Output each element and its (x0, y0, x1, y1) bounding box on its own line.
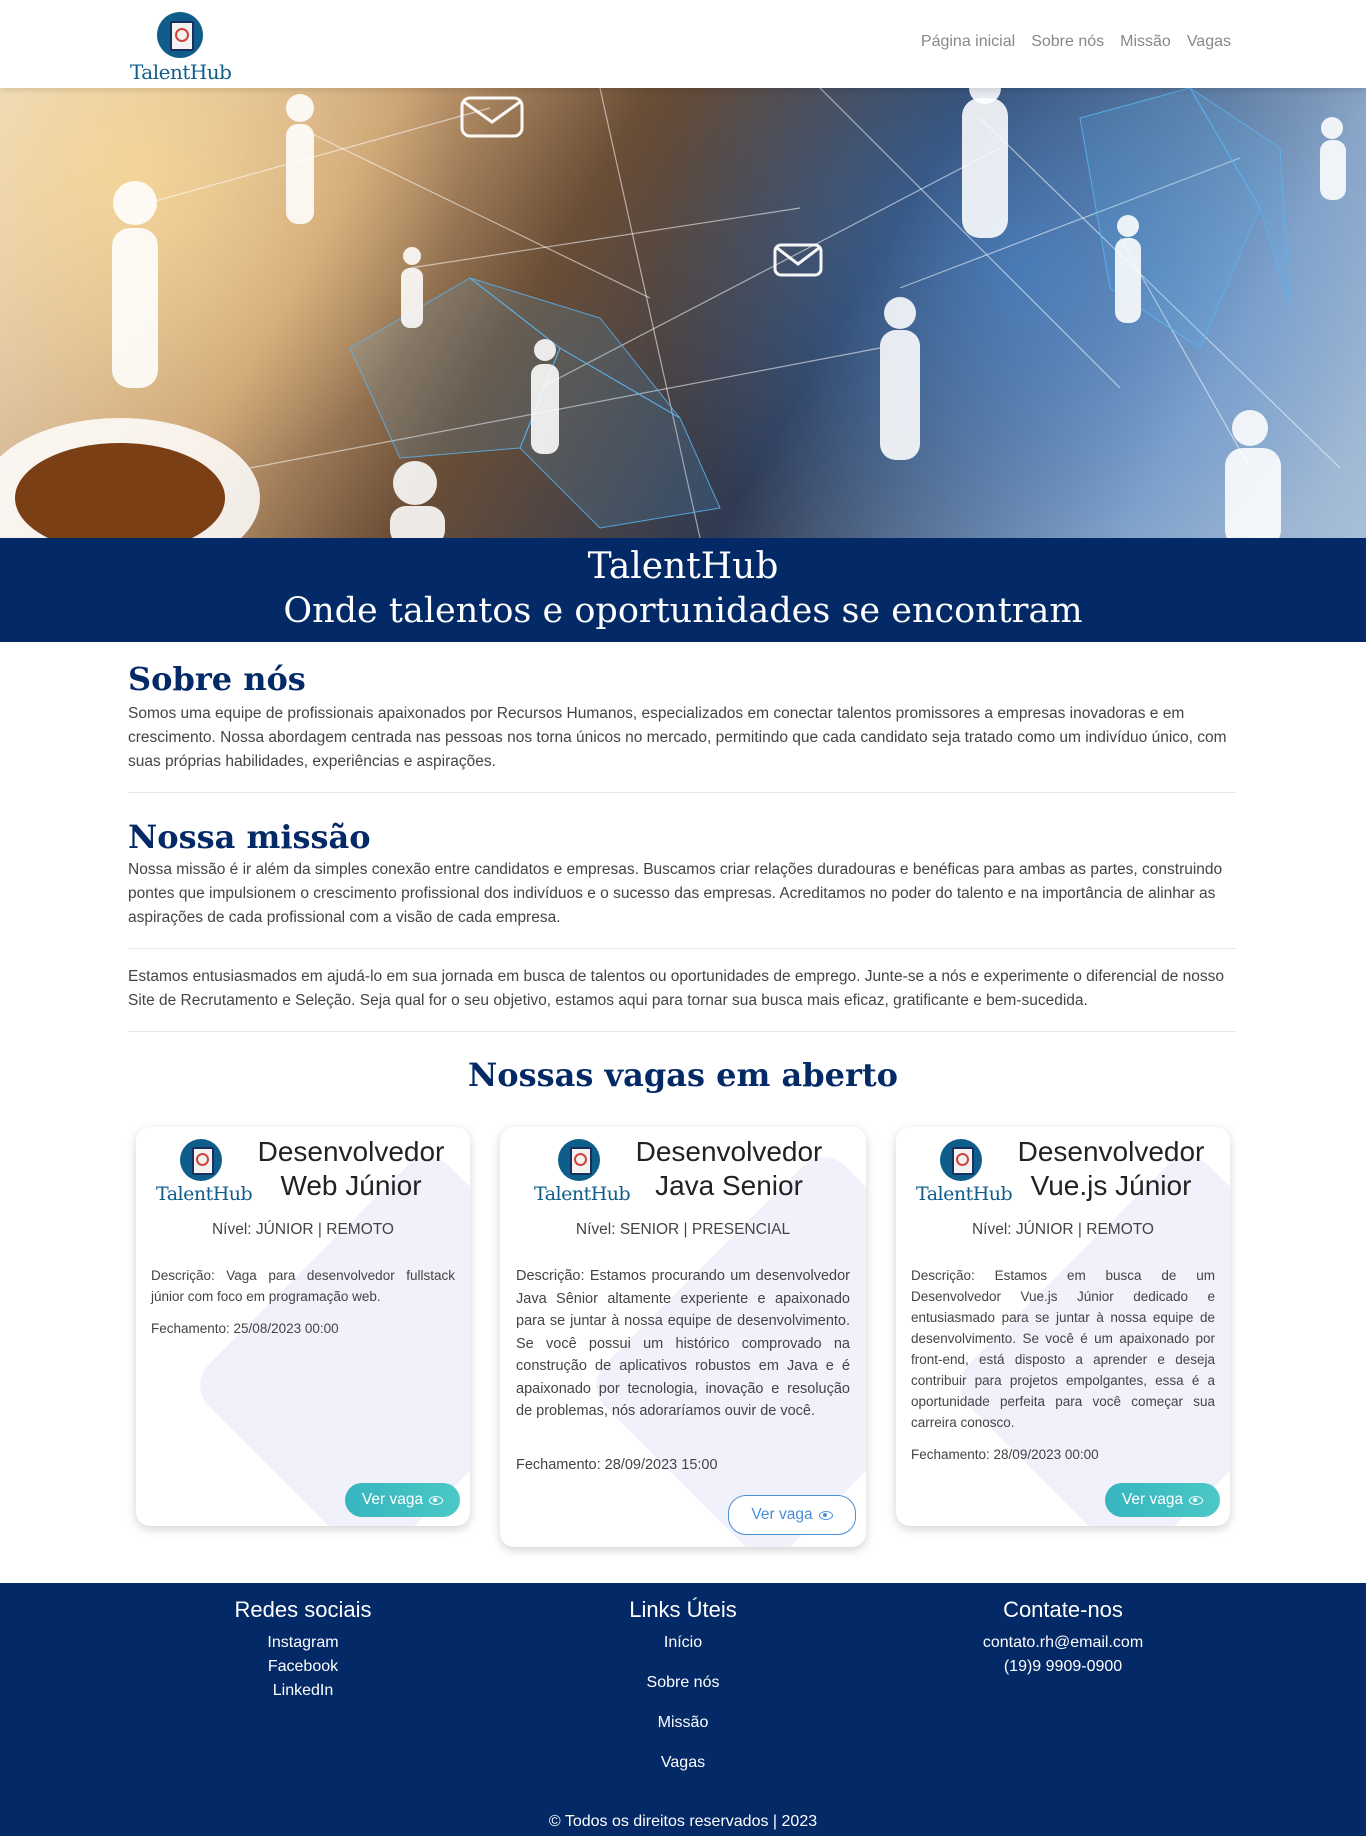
job-level: Nível: JÚNIOR | REMOTO (971, 1221, 1154, 1238)
eye-icon (429, 1495, 444, 1505)
job-closing: Fechamento: 25/08/2023 00:00 (151, 1321, 339, 1336)
nav-mission[interactable]: Missão (1120, 33, 1171, 51)
hero-image (0, 88, 1366, 538)
footer-links-title: Links Úteis (629, 1597, 737, 1622)
footer-link-instagram[interactable]: Instagram (190, 1631, 416, 1655)
job-closing: Fechamento: 28/09/2023 15:00 (516, 1457, 718, 1473)
job-title: Desenvolvedor Web Júnior (257, 1136, 445, 1201)
footer-link-jobs[interactable]: Vagas (570, 1743, 796, 1783)
divider (128, 1031, 1236, 1032)
logo-icon (940, 1139, 982, 1181)
about-title: Sobre nós (128, 660, 306, 698)
job-card: TalentHub Desenvolvedor Web Júnior Nível… (136, 1127, 470, 1526)
footer-link-linkedin[interactable]: LinkedIn (190, 1679, 416, 1703)
nav-home[interactable]: Página inicial (921, 33, 1015, 51)
site-header: TalentHub Página inicial Sobre nós Missã… (0, 0, 1366, 88)
hero-title: TalentHub (587, 546, 779, 587)
job-title: Desenvolvedor Java Senior (635, 1136, 823, 1201)
logo-icon (558, 1139, 600, 1181)
main-nav: Página inicial Sobre nós Missão Vagas (921, 33, 1231, 51)
hero-subtitle: Onde talentos e oportunidades se encontr… (283, 591, 1083, 631)
brand-name: TalentHub (130, 60, 232, 84)
logo-icon (180, 1139, 222, 1181)
network-illustration (0, 88, 1346, 538)
footer-links: Links Úteis Início Sobre nós Missão Vaga… (570, 1597, 796, 1783)
mission-text-2: Estamos entusiasmados em ajudá-lo em sua… (128, 968, 1224, 1009)
job-level: Nível: JÚNIOR | REMOTO (211, 1221, 394, 1238)
logo-icon (157, 12, 203, 58)
card-brand-name: TalentHub (916, 1183, 1013, 1205)
brand-logo-link[interactable]: TalentHub (130, 12, 232, 84)
about-text: Somos uma equipe de profissionais apaixo… (128, 705, 1227, 770)
job-card-expanded: TalentHub Desenvolvedor Java Senior Níve… (500, 1127, 866, 1547)
hero-banner: TalentHub Onde talentos e oportunidades … (0, 538, 1366, 642)
job-description: Descrição: Vaga para desenvolvedor fulls… (151, 1268, 455, 1304)
footer-contact-email[interactable]: contato.rh@email.com (950, 1631, 1176, 1655)
footer-copyright: © Todos os direitos reservados | 2023 (548, 1813, 818, 1830)
job-title: Desenvolvedor Vue.js Júnior (1017, 1136, 1205, 1201)
view-job-label: Ver vaga (751, 1506, 813, 1523)
footer-contact-title: Contate-nos (1003, 1597, 1123, 1622)
divider (128, 792, 1236, 793)
view-job-label: Ver vaga (1121, 1491, 1184, 1508)
mission-title: Nossa missão (128, 818, 371, 856)
card-logo: TalentHub (156, 1139, 253, 1205)
footer-contact-phone[interactable]: (19)9 9909-0900 (950, 1655, 1176, 1679)
footer-link-about[interactable]: Sobre nós (570, 1663, 796, 1703)
footer-contact: Contate-nos contato.rh@email.com (19)9 9… (950, 1597, 1176, 1679)
footer-link-mission[interactable]: Missão (570, 1703, 796, 1743)
job-closing: Fechamento: 28/09/2023 00:00 (911, 1447, 1099, 1462)
about-section: Sobre nós Somos uma equipe de profission… (128, 660, 1236, 793)
mission-section: Nossa missão Nossa missão é ir além da s… (128, 818, 1236, 1032)
view-job-button[interactable]: Ver vaga (1105, 1483, 1220, 1517)
divider (128, 948, 1236, 949)
footer-social-title: Redes sociais (234, 1597, 372, 1622)
mission-text: Nossa missão é ir além da simples conexã… (128, 861, 1223, 926)
card-brand-name: TalentHub (156, 1183, 253, 1205)
eye-icon (818, 1510, 833, 1520)
footer-link-facebook[interactable]: Facebook (190, 1655, 416, 1679)
job-card: TalentHub Desenvolvedor Vue.js Júnior Ní… (896, 1127, 1230, 1526)
jobs-title: Nossas vagas em aberto (468, 1056, 898, 1094)
view-job-button[interactable]: Ver vaga (345, 1483, 460, 1517)
footer-link-home[interactable]: Início (570, 1623, 796, 1663)
job-description: Descrição: Estamos em busca de um Desenv… (911, 1268, 1215, 1430)
card-brand-name: TalentHub (534, 1183, 631, 1205)
card-logo: TalentHub (534, 1139, 631, 1205)
nav-jobs[interactable]: Vagas (1187, 33, 1231, 51)
job-level: Nível: SENIOR | PRESENCIAL (575, 1221, 791, 1238)
eye-icon (1189, 1495, 1204, 1505)
nav-about[interactable]: Sobre nós (1031, 33, 1104, 51)
job-description: Descrição: Estamos procurando um desenvo… (516, 1268, 850, 1419)
card-logo: TalentHub (916, 1139, 1013, 1205)
view-job-button[interactable]: Ver vaga (728, 1495, 856, 1535)
footer-social: Redes sociais Instagram Facebook LinkedI… (190, 1597, 416, 1703)
view-job-label: Ver vaga (361, 1491, 424, 1508)
site-footer: Redes sociais Instagram Facebook LinkedI… (0, 1583, 1366, 1836)
